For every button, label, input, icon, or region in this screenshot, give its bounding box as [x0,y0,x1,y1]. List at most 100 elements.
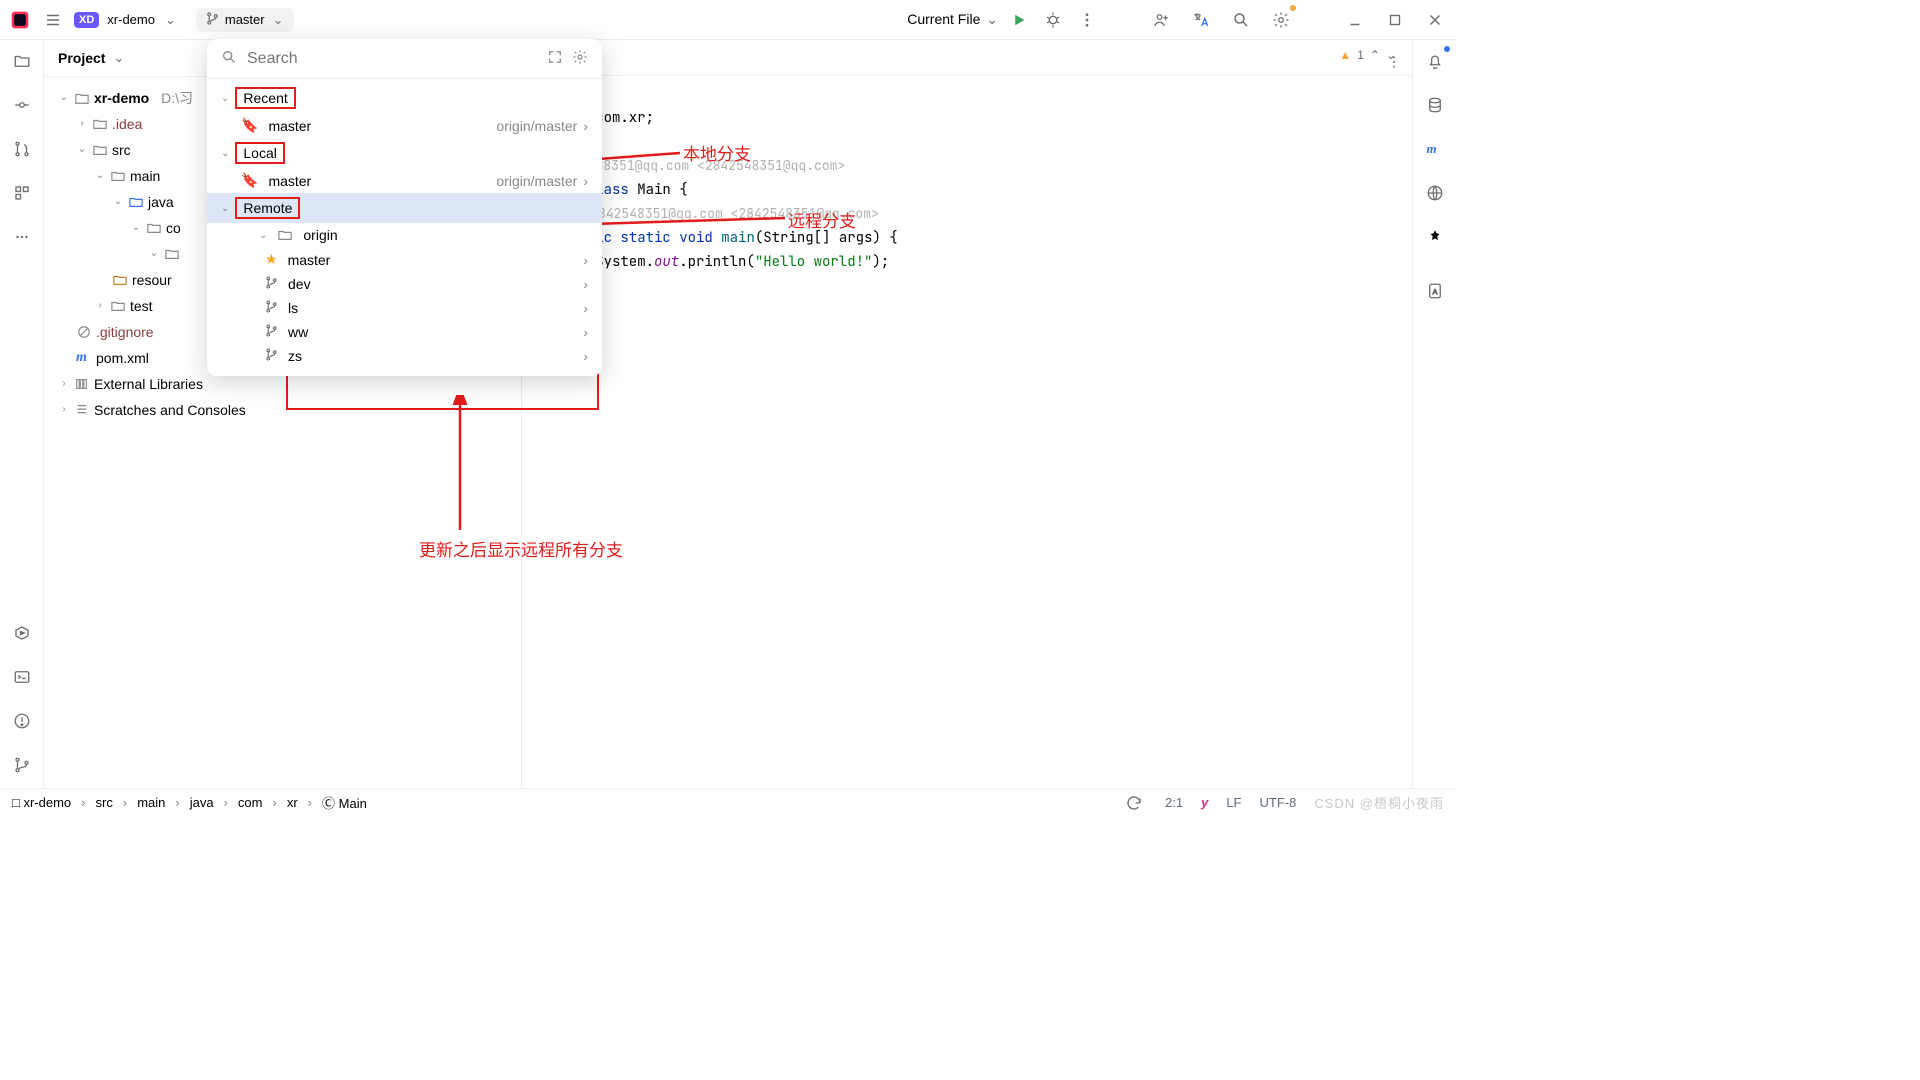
svg-text:A: A [1432,289,1437,296]
branch-icon [206,12,219,28]
project-badge: XD [74,12,99,28]
group-remote[interactable]: ⌄Remote [207,193,602,223]
hamburger-icon[interactable] [40,7,66,33]
ai-tool-icon[interactable] [1422,224,1448,250]
bookmark-icon: 🔖 [241,117,258,134]
run-icon[interactable] [1006,7,1032,33]
maven-tool-icon[interactable]: m [1422,136,1448,162]
code-editor[interactable]: package com.xr; ▪2842548351@qq.com <2842… [522,76,1412,788]
folder-icon [92,142,108,158]
branch-item[interactable]: ★master› [207,247,602,272]
breadcrumb-item[interactable]: main [137,795,165,810]
breadcrumb-item[interactable]: java [190,795,214,810]
chevron-right-icon: › [583,252,588,268]
breadcrumb-item[interactable]: Ⓒ Main [322,793,367,812]
star-icon: ★ [265,251,278,268]
branch-item[interactable]: zs› [207,344,602,368]
module-icon [74,90,90,106]
chevron-down-icon[interactable]: ⌄ [1386,48,1396,62]
chevron-down-icon[interactable]: ⌄ [165,12,176,28]
status-indent[interactable]: CSDN @梧桐小夜雨 [1314,793,1444,812]
group-recent[interactable]: ⌄Recent [207,83,602,113]
update-dot-icon [1290,5,1296,11]
more-tools-icon[interactable] [9,224,35,250]
status-y[interactable]: y [1201,795,1208,810]
chevron-up-icon[interactable]: ⌃ [1370,48,1380,62]
package-icon [146,220,162,236]
branch-item[interactable]: 🔖 master origin/master› [207,168,602,193]
commit-tool-icon[interactable] [9,92,35,118]
database-tool-icon[interactable] [1422,92,1448,118]
maven-icon: m [76,345,92,371]
folder-icon [110,298,126,314]
more-icon[interactable] [1074,7,1100,33]
doc-tool-icon[interactable]: A [1422,278,1448,304]
branch-icon [265,300,278,316]
branch-item[interactable]: dev› [207,272,602,296]
resources-folder-icon [112,272,128,288]
scratch-icon [74,402,90,418]
project-tool-icon[interactable] [9,48,35,74]
ignore-icon [76,324,92,340]
expand-icon[interactable] [548,50,562,67]
debug-icon[interactable] [1040,7,1066,33]
status-bar: □ xr-demo› src› main› java› com› xr› Ⓒ M… [0,788,1456,816]
branches-popup: ⌄Recent 🔖 master origin/master› ⌄Local 🔖… [207,39,602,376]
library-icon [74,376,90,392]
status-encoding[interactable]: UTF-8 [1260,795,1297,810]
branch-item[interactable]: ls› [207,296,602,320]
inspection-badge[interactable]: ▲1 ⌃⌄ [1339,48,1396,62]
problems-tool-icon[interactable] [9,708,35,734]
bookmark-icon: 🔖 [241,172,258,189]
popup-search-input[interactable] [247,50,538,68]
services-tool-icon[interactable] [9,620,35,646]
run-config[interactable]: Current File ⌄ [907,11,998,28]
chevron-right-icon: › [583,118,588,134]
structure-tool-icon[interactable] [9,180,35,206]
status-line-sep[interactable]: LF [1226,795,1241,810]
status-position[interactable]: 2:1 [1165,795,1183,810]
close-icon[interactable] [1422,7,1448,33]
breadcrumb-item[interactable]: xr [287,795,298,810]
status-sync-icon[interactable] [1121,790,1147,816]
branch-selector[interactable]: master ⌄ [196,8,294,32]
breadcrumb-item[interactable]: com [238,795,263,810]
chevron-right-icon: › [583,348,588,364]
warning-icon: ▲ [1339,48,1351,62]
gear-icon[interactable] [572,49,588,68]
tree-scratches[interactable]: ›Scratches and Consoles [48,397,521,423]
chevron-right-icon: › [583,300,588,316]
vcs-tool-icon[interactable] [9,752,35,778]
pull-request-icon[interactable] [9,136,35,162]
popup-search-row [207,39,602,79]
branch-item[interactable]: 🔖 master origin/master› [207,113,602,138]
project-name[interactable]: xr-demo [107,12,155,27]
search-icon[interactable] [1228,7,1254,33]
translate-icon[interactable] [1188,7,1214,33]
left-toolbar [0,40,44,788]
remote-origin[interactable]: ⌄origin [207,223,602,247]
title-bar: XD xr-demo ⌄ master ⌄ Current File ⌄ [0,0,1456,40]
notification-dot-icon [1444,46,1450,52]
branch-item[interactable]: ww› [207,320,602,344]
package-icon [164,246,180,262]
chevron-down-icon: ⌄ [273,12,284,28]
folder-icon [110,168,126,184]
terminal-tool-icon[interactable] [9,664,35,690]
settings-icon[interactable] [1268,7,1294,33]
maximize-icon[interactable] [1382,7,1408,33]
annotation-local: 本地分支 [683,140,751,165]
source-folder-icon [128,194,144,210]
search-icon [221,49,237,68]
notifications-icon[interactable] [1422,48,1448,74]
minimize-icon[interactable] [1342,7,1368,33]
web-tool-icon[interactable] [1422,180,1448,206]
annotation-remote: 远程分支 [788,207,856,232]
group-local[interactable]: ⌄Local [207,138,602,168]
annotation-update: 更新之后显示远程所有分支 [419,536,623,561]
branch-icon [265,324,278,340]
breadcrumb-item[interactable]: src [96,795,113,810]
code-with-me-icon[interactable] [1148,7,1174,33]
chevron-right-icon: › [583,276,588,292]
breadcrumb-item[interactable]: □ xr-demo [12,795,71,810]
